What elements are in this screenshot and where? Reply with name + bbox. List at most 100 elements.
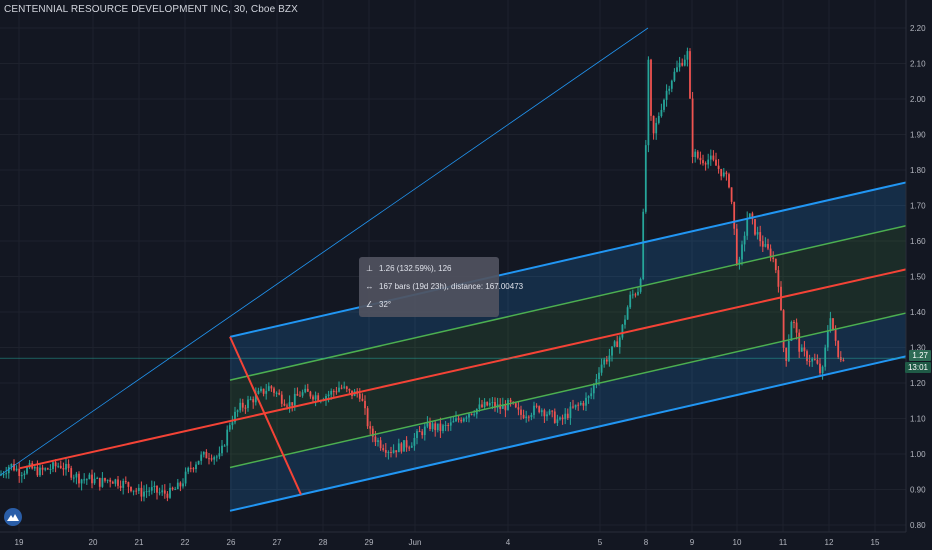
candle-body	[143, 491, 145, 497]
candle-body	[525, 416, 528, 418]
candle-body	[821, 366, 824, 374]
candle-body	[286, 405, 288, 407]
candle-body	[621, 324, 624, 338]
candle-body	[642, 211, 645, 279]
candle-body	[592, 384, 595, 394]
x-tick-label: 9	[690, 538, 695, 547]
candle-body	[520, 409, 522, 415]
y-tick-label: 1.00	[910, 450, 926, 459]
x-tick-label: 4	[506, 538, 511, 547]
candle-body	[639, 278, 642, 292]
candle-body	[470, 413, 473, 415]
candle-body	[265, 390, 268, 394]
x-tick-label: 8	[644, 538, 649, 547]
candle-body	[538, 406, 541, 413]
y-tick-label: 1.10	[910, 415, 926, 424]
tradingview-logo[interactable]	[4, 508, 22, 526]
y-tick-label: 1.20	[910, 379, 926, 388]
x-tick-label: 22	[181, 538, 190, 547]
candle-body	[699, 157, 702, 161]
candle-body	[514, 403, 517, 408]
candle-body	[460, 419, 463, 422]
candle-body	[244, 407, 247, 409]
x-tick-label: 20	[89, 538, 98, 547]
candle-body	[629, 294, 632, 308]
last-price-tag: 1.27	[909, 350, 931, 361]
candle-body	[577, 404, 580, 406]
chart-title: CENTENNIAL RESOURCE DEVELOPMENT INC, 30,…	[4, 4, 298, 15]
candle-body	[754, 219, 756, 235]
candle-body	[288, 402, 291, 407]
candle-body	[517, 407, 520, 410]
candle-body	[395, 450, 398, 453]
candle-body	[585, 397, 587, 406]
candle-body	[226, 429, 229, 446]
x-tick-label: 12	[825, 538, 834, 547]
candle-body	[335, 391, 338, 393]
candle-body	[345, 386, 348, 389]
candle-body	[150, 487, 153, 491]
candle-body	[673, 71, 676, 81]
candle-body	[707, 159, 710, 165]
candle-body	[587, 396, 590, 398]
candle-body	[579, 402, 582, 405]
candle-body	[483, 401, 486, 408]
candle-body	[195, 464, 197, 469]
candle-body	[119, 485, 122, 488]
candle-body	[473, 414, 476, 416]
candle-body	[343, 386, 346, 388]
candle-body	[62, 468, 65, 470]
candle-body	[743, 235, 746, 245]
candle-body	[36, 466, 39, 476]
candle-body	[223, 445, 226, 447]
candle-body	[161, 490, 164, 493]
candle-body	[213, 457, 216, 460]
candle-body	[657, 116, 660, 123]
candle-body	[2, 474, 5, 476]
candle-body	[111, 481, 114, 484]
candle-body	[582, 402, 585, 406]
y-tick-label: 1.40	[910, 308, 926, 317]
candle-body	[676, 67, 678, 72]
candle-body	[543, 410, 546, 417]
candle-body	[468, 413, 470, 418]
candle-body	[486, 401, 489, 406]
y-tick-label: 0.80	[910, 521, 926, 530]
candle-body	[390, 451, 392, 453]
candle-body	[566, 413, 569, 419]
candle-body	[270, 386, 273, 389]
candle-body	[192, 468, 195, 470]
candle-body	[257, 390, 260, 394]
candle-body	[78, 473, 80, 484]
candle-body	[338, 387, 340, 392]
candle-body	[384, 449, 387, 453]
candle-body	[202, 451, 205, 455]
candle-body	[556, 419, 559, 423]
candle-body	[527, 416, 530, 418]
candle-body	[678, 62, 681, 68]
measure-tooltip: ⊥ 1.26 (132.59%), 126 ↔ 167 bars (19d 23…	[359, 257, 523, 317]
candle-body	[759, 232, 762, 242]
candle-body	[387, 451, 390, 453]
candle-body	[829, 318, 832, 331]
y-tick-label: 1.60	[910, 237, 926, 246]
candle-body	[442, 425, 444, 431]
candle-body	[681, 62, 684, 66]
candle-body	[273, 388, 275, 393]
y-tick-label: 0.90	[910, 486, 926, 495]
candle-body	[312, 396, 314, 400]
candle-body	[795, 322, 798, 333]
candle-body	[377, 440, 379, 442]
x-tick-label: 5	[598, 538, 603, 547]
x-tick-label: 26	[227, 538, 236, 547]
candle-body	[156, 485, 158, 493]
candle-body	[231, 422, 234, 426]
candle-body	[197, 460, 200, 465]
candle-body	[772, 257, 775, 259]
candle-body	[603, 359, 606, 365]
candle-body	[834, 329, 837, 341]
candle-body	[293, 393, 296, 406]
y-tick-label: 1.50	[910, 273, 926, 282]
candle-body	[260, 388, 262, 391]
candle-body	[725, 172, 728, 175]
